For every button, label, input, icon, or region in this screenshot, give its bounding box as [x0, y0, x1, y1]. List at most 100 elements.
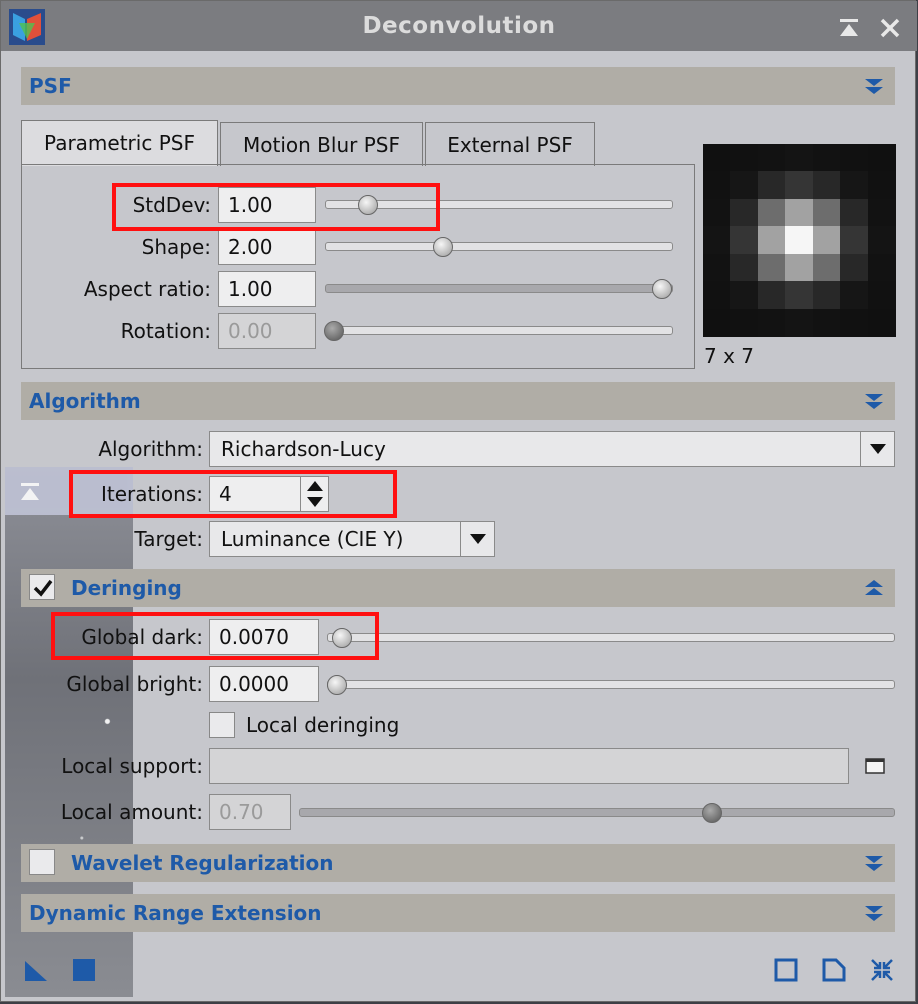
rotation-label: Rotation: — [120, 319, 211, 343]
psf-preview — [703, 144, 896, 337]
algorithm-section-title: Algorithm — [29, 389, 141, 413]
view-selector-icon[interactable] — [865, 756, 885, 776]
deringing-section-title: Deringing — [71, 576, 182, 600]
dynamic-range-extension-section-header[interactable]: Dynamic Range Extension — [21, 894, 895, 932]
psf-section-header[interactable]: PSF — [21, 67, 895, 105]
global-bright-field[interactable]: 0.0000 — [209, 666, 319, 702]
chevron-down-icon — [869, 444, 886, 454]
psf-pixel — [840, 253, 869, 282]
psf-pixel — [730, 144, 759, 172]
collapse-icon[interactable] — [863, 852, 885, 874]
expand-icon[interactable] — [863, 577, 885, 599]
local-amount-label: Local amount: — [60, 800, 203, 824]
psf-pixel — [757, 226, 786, 255]
psf-pixel — [757, 308, 786, 337]
collapse-icon[interactable] — [863, 75, 885, 97]
psf-pixel — [840, 281, 869, 310]
psf-pixel — [867, 281, 896, 310]
psf-pixel — [757, 198, 786, 227]
psf-pixel — [840, 198, 869, 227]
apply-global-icon[interactable] — [71, 957, 97, 983]
checkmark-icon — [33, 579, 53, 597]
apply-icon[interactable] — [773, 957, 799, 983]
aspect-ratio-field[interactable]: 1.00 — [218, 271, 316, 307]
psf-section-title: PSF — [29, 74, 72, 98]
preview-icon[interactable] — [821, 957, 847, 983]
psf-pixel — [703, 226, 731, 255]
shape-slider-track[interactable] — [325, 242, 673, 251]
deringing-section-header[interactable]: Deringing — [21, 569, 895, 607]
psf-pixel — [812, 171, 841, 200]
shape-field[interactable]: 2.00 — [218, 229, 316, 265]
local-support-label: Local support: — [61, 754, 203, 778]
algorithm-section-header[interactable]: Algorithm — [21, 382, 895, 420]
aspect-ratio-label: Aspect ratio: — [83, 277, 211, 301]
psf-pixel — [840, 308, 869, 337]
psf-pixel — [730, 198, 759, 227]
close-button[interactable] — [877, 15, 903, 41]
psf-pixel — [840, 144, 869, 172]
tab-motion-blur-psf[interactable]: Motion Blur PSF — [220, 122, 423, 166]
global-bright-slider-handle[interactable] — [327, 675, 347, 695]
psf-pixel — [812, 198, 841, 227]
shade-icon — [840, 19, 858, 36]
psf-pixel — [703, 171, 731, 200]
psf-pixel — [785, 308, 814, 337]
collapse-icon[interactable] — [863, 390, 885, 412]
psf-pixel — [757, 171, 786, 200]
psf-pixel — [785, 281, 814, 310]
psf-pixel — [703, 308, 731, 337]
local-amount-slider-handle — [702, 803, 722, 823]
target-label: Target: — [134, 527, 203, 551]
algorithm-label: Algorithm: — [98, 437, 203, 461]
tab-external-psf[interactable]: External PSF — [425, 122, 595, 166]
target-dropdown-button[interactable] — [460, 522, 494, 556]
psf-pixel — [730, 253, 759, 282]
shape-label: Shape: — [141, 235, 211, 259]
aspect-ratio-slider-track[interactable] — [325, 284, 673, 293]
psf-pixel — [812, 281, 841, 310]
psf-pixel — [812, 308, 841, 337]
local-amount-slider-track — [299, 808, 895, 817]
highlight-stddev — [112, 183, 440, 231]
wavelet-regularization-title: Wavelet Regularization — [71, 851, 334, 875]
psf-pixel — [730, 281, 759, 310]
psf-pixel — [840, 171, 869, 200]
target-value: Luminance (CIE Y) — [221, 527, 404, 551]
rotation-field: 0.00 — [218, 313, 316, 349]
psf-pixel — [730, 226, 759, 255]
psf-pixel — [785, 198, 814, 227]
aspect-ratio-slider-handle[interactable] — [652, 279, 672, 299]
psf-pixel — [812, 144, 841, 172]
psf-pixel — [840, 226, 869, 255]
algorithm-value: Richardson-Lucy — [221, 437, 386, 461]
algorithm-dropdown-button[interactable] — [860, 432, 894, 466]
psf-pixel — [867, 171, 896, 200]
tab-parametric-psf[interactable]: Parametric PSF — [21, 120, 218, 166]
psf-pixel — [730, 171, 759, 200]
highlight-global-dark — [51, 612, 379, 660]
psf-pixel — [703, 198, 731, 227]
psf-pixel — [812, 253, 841, 282]
psf-pixel — [785, 253, 814, 282]
dynamic-range-extension-title: Dynamic Range Extension — [29, 901, 322, 925]
local-deringing-checkbox[interactable] — [209, 712, 235, 738]
collapse-icon[interactable] — [863, 902, 885, 924]
new-instance-icon[interactable] — [23, 957, 49, 983]
algorithm-select[interactable]: Richardson-Lucy — [209, 431, 895, 467]
global-dark-slider-track[interactable] — [327, 633, 895, 642]
target-select[interactable]: Luminance (CIE Y) — [209, 521, 495, 557]
title-bar[interactable]: Deconvolution — [1, 1, 917, 51]
psf-pixel — [785, 171, 814, 200]
local-support-field[interactable] — [209, 748, 849, 784]
reset-icon[interactable] — [869, 957, 895, 983]
deringing-checkbox[interactable] — [29, 574, 55, 600]
psf-pixel — [703, 281, 731, 310]
global-bright-slider-track[interactable] — [327, 680, 895, 689]
wavelet-regularization-checkbox[interactable] — [29, 849, 55, 875]
wavelet-regularization-section-header[interactable]: Wavelet Regularization — [21, 844, 895, 882]
psf-pixel — [757, 281, 786, 310]
shape-slider-handle[interactable] — [433, 237, 453, 257]
psf-pixel — [703, 253, 731, 282]
shade-button[interactable] — [836, 15, 862, 41]
